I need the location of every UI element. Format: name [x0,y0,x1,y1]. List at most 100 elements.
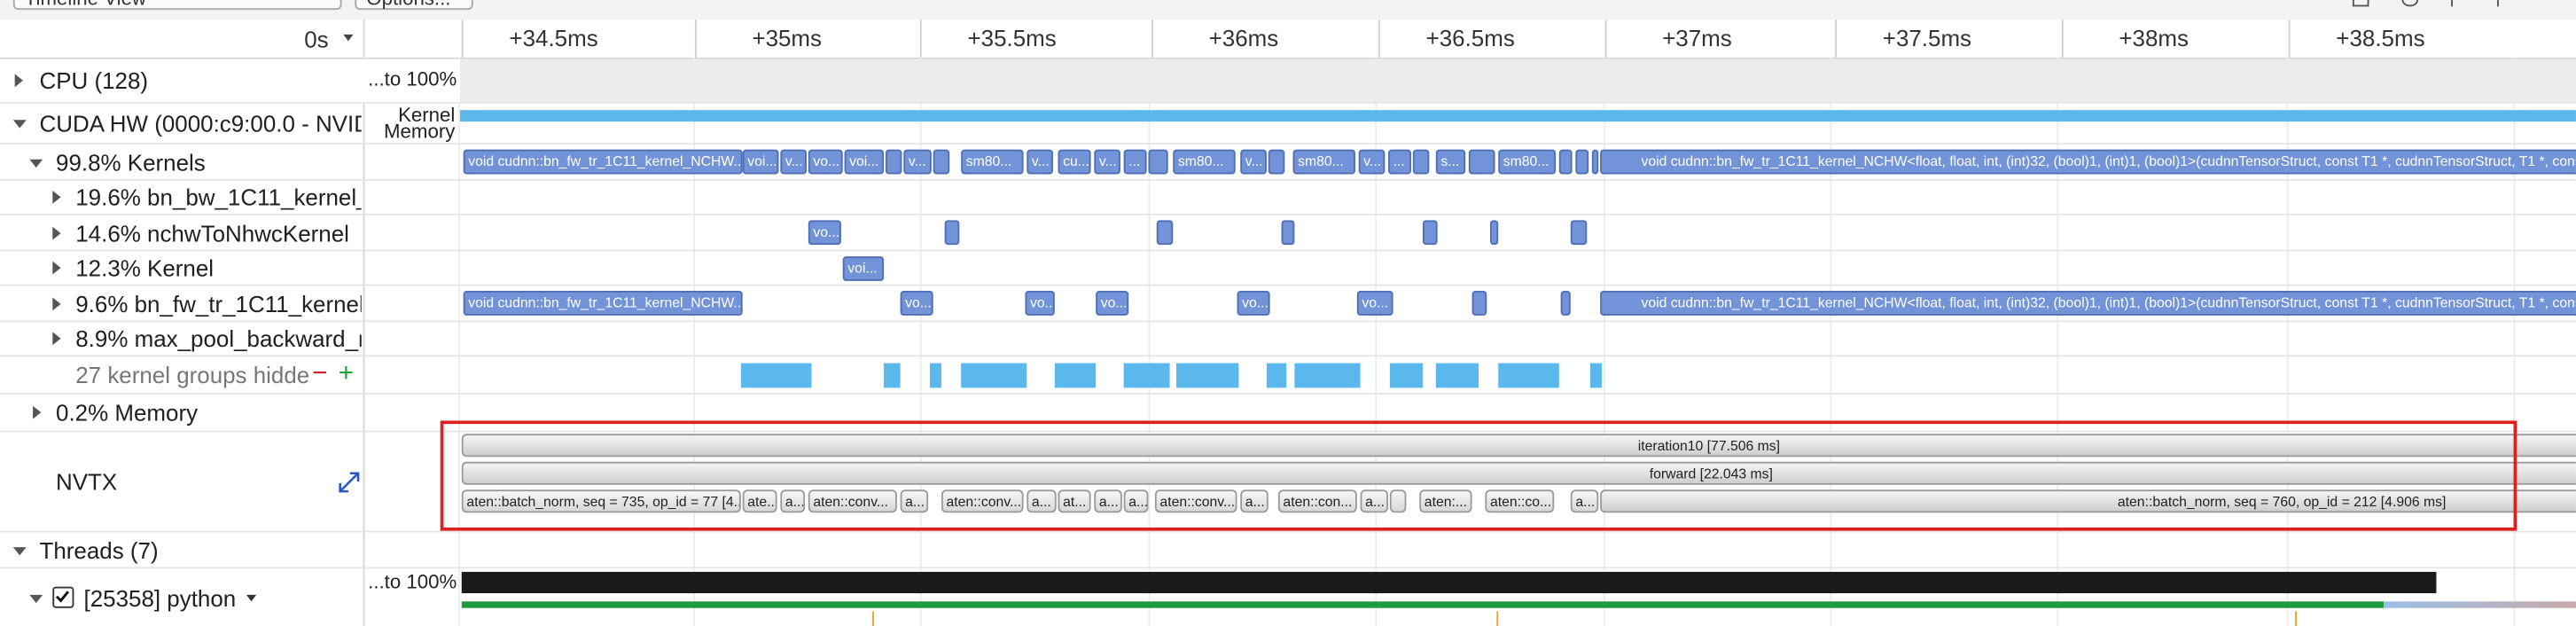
kernel-group-row[interactable]: 12.3% Kernel voi... [0,252,2576,286]
kernel-block[interactable]: v... [1240,149,1267,175]
kernel-block[interactable]: sm80... [961,149,1024,175]
hidden-kernel-block[interactable] [1589,363,1602,388]
collapse-arrow-icon[interactable] [29,593,43,603]
kernel-block[interactable] [1560,291,1571,316]
thread-visibility-checkbox[interactable] [52,585,74,607]
kernel-block[interactable]: sm80... [1498,149,1557,175]
kernel-block[interactable]: voi... [842,256,885,281]
kernels-track[interactable]: void cudnn::bn_fw_tr_1C11_kernel_NCHW...… [460,145,2576,179]
kernel-block[interactable] [1281,220,1295,246]
collapse-group-button[interactable]: − [312,360,327,389]
timeline-view-dropdown[interactable]: Timeline View [12,0,342,11]
chevron-down-icon[interactable] [246,594,257,602]
kernel-block[interactable]: v... [1094,149,1120,175]
collapse-arrow-icon[interactable] [12,546,27,555]
event-marker[interactable] [872,611,874,626]
kernel-block[interactable] [1268,149,1285,175]
expand-arrow-icon[interactable] [52,296,61,310]
kernel-group-row[interactable]: 19.6% bn_bw_1C11_kernel_n [0,181,2576,215]
nvtx-range[interactable]: a... [1123,489,1149,513]
expand-arrow-icon[interactable] [52,261,61,275]
nvtx-range[interactable]: a... [1240,489,1268,513]
nvtx-range[interactable]: a... [780,489,806,513]
kernel-block[interactable]: voi... [742,149,779,175]
nvtx-range-forward[interactable]: forward [22.043 ms] [461,461,2576,485]
nvtx-range[interactable]: aten::conv... [808,489,897,513]
kernel-block[interactable]: sm80... [1292,149,1355,175]
hidden-kernel-block[interactable] [1389,363,1423,388]
hidden-kernel-block[interactable] [1294,363,1361,388]
expand-arrow-icon[interactable] [52,332,61,346]
kernel-group-track[interactable]: vo... [460,215,2576,250]
nvtx-range-iteration[interactable]: iteration10 [77.506 ms] [461,434,2576,458]
python-thread-row[interactable]: [25358] python ...to 100% [0,568,2576,626]
kernel-block[interactable]: v... [780,149,807,175]
expand-arrow-icon[interactable] [52,225,61,239]
kernel-block[interactable]: v... [1026,149,1053,175]
hidden-kernel-block[interactable] [961,363,1027,388]
hidden-kernel-block[interactable] [1435,363,1479,388]
kernel-block[interactable] [1471,291,1487,316]
cpu-utilization-bar[interactable] [461,571,2437,594]
kernel-block[interactable]: v... [903,149,932,175]
kernel-block[interactable]: sm80... [1173,149,1236,175]
kernel-group-row[interactable]: 9.6% bn_fw_tr_1C11_kernel_ void cudnn::b… [0,286,2576,323]
kernel-block[interactable] [1412,149,1430,175]
hidden-kernel-block[interactable] [1498,363,1559,388]
time-offset-dropdown[interactable]: 0s [0,27,328,53]
kernel-group-row[interactable]: 14.6% nchwToNhwcKernel vo... [0,215,2576,252]
kernel-block[interactable] [1570,220,1588,246]
nvtx-range[interactable]: a... [1360,489,1389,513]
kernel-block[interactable]: void cudnn::bn_fw_tr_1C11_kernel_NCHW<fl… [1600,291,2576,316]
threads-row[interactable]: Threads (7) [0,532,2576,569]
kernel-block[interactable] [1468,149,1495,175]
expand-arrows-icon[interactable] [339,472,360,498]
kernels-row[interactable]: 99.8% Kernels void cudnn::bn_fw_tr_1C11_… [0,145,2576,181]
cpu-row[interactable]: CPU (128) ...to 100% [0,59,2576,104]
kernel-block[interactable]: voi... [844,149,885,175]
nvtx-range[interactable]: aten:... [1419,489,1472,513]
kernel-block[interactable] [885,149,902,175]
nvtx-range[interactable]: at... [1058,489,1091,513]
event-marker[interactable] [1496,611,1499,626]
nvtx-row[interactable]: NVTX iteration10 [77.506 ms] forward [22… [0,432,2576,533]
nvtx-range[interactable]: a... [900,489,929,513]
nvtx-range[interactable]: a... [1094,489,1122,513]
hidden-kernel-block[interactable] [1123,363,1170,388]
cuda-hw-summary-track[interactable] [459,104,2576,143]
python-thread-track[interactable] [460,568,2576,626]
nvtx-range[interactable]: aten::co... [1485,489,1555,513]
layout-icon[interactable] [2352,0,2369,7]
kernel-block[interactable]: v... [1358,149,1386,175]
nvtx-range[interactable]: aten::conv... [941,489,1024,513]
hidden-kernel-block[interactable] [929,363,941,388]
nvtx-range[interactable]: aten::conv... [1154,489,1237,513]
kernel-block[interactable]: vo... [1356,291,1393,316]
kernel-block[interactable]: void cudnn::bn_fw_tr_1C11_kernel_NCHW<fl… [1600,149,2576,175]
nvtx-range[interactable]: ate... [742,489,777,513]
nvtx-track[interactable]: iteration10 [77.506 ms] forward [22.043 … [460,432,2576,530]
memory-row[interactable]: 0.2% Memory [0,395,2576,433]
hidden-kernel-block[interactable] [1175,363,1239,388]
kernel-block[interactable]: ... [1388,149,1411,175]
chevron-down-icon[interactable] [343,34,354,42]
kernel-group-track[interactable] [460,181,2576,214]
kernel-block[interactable]: void cudnn::bn_fw_tr_1C11_kernel_NCHW... [463,149,743,175]
options-button[interactable]: Options... [355,0,473,11]
hidden-kernel-block[interactable] [1266,363,1287,388]
cpu-usage-track[interactable] [459,59,2576,102]
kernel-block[interactable]: vo... [808,149,843,175]
kernel-block[interactable] [1156,220,1174,246]
nvtx-range[interactable] [1389,489,1407,513]
expand-arrow-icon[interactable] [33,405,42,419]
kernel-block[interactable]: ... [1123,149,1147,175]
kernel-block[interactable]: vo... [1096,291,1129,316]
nvtx-range[interactable]: a... [1570,489,1599,513]
kernel-block[interactable] [1558,149,1573,175]
collapse-arrow-icon[interactable] [29,158,43,168]
thread-state-bar[interactable] [2384,601,2576,608]
hidden-groups-row[interactable]: 27 kernel groups hidde − + [0,356,2576,395]
kernel-block[interactable] [1148,149,1168,175]
nvtx-range[interactable]: aten::con... [1277,489,1357,513]
kernel-block[interactable]: s... [1435,149,1466,175]
